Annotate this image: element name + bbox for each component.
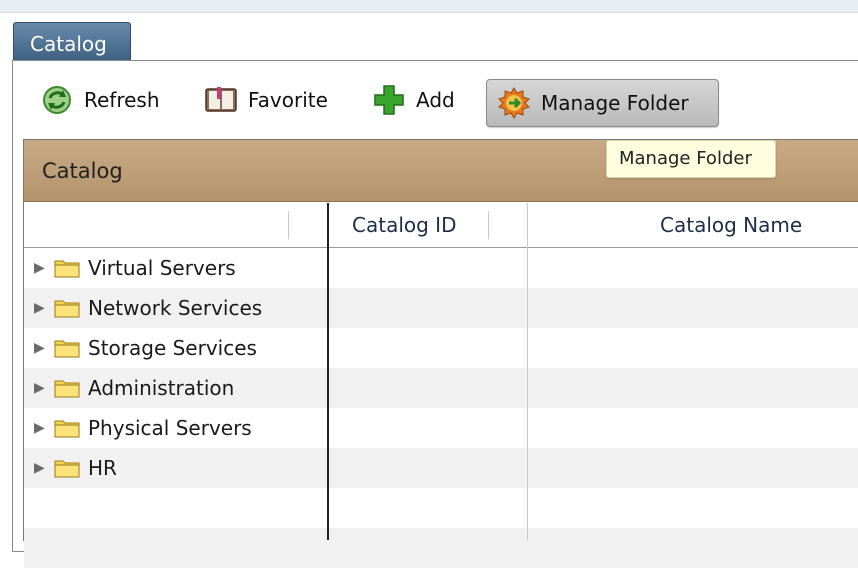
tree-item-label: Virtual Servers [88,256,236,280]
column-resize-handle[interactable] [488,211,489,239]
plus-icon [372,83,406,117]
table-row[interactable]: ▶ Virtual Servers [24,248,858,288]
tree-item-hr[interactable]: ▶ HR [34,448,117,488]
expand-arrow-icon[interactable]: ▶ [34,420,50,436]
expand-arrow-icon[interactable]: ▶ [34,340,50,356]
table-row[interactable]: ▶ HR [24,448,858,488]
favorite-label: Favorite [248,88,328,112]
folder-icon [54,458,80,478]
refresh-label: Refresh [84,88,160,112]
column-divider [527,203,528,540]
tree-item-label: Physical Servers [88,416,252,440]
folder-icon [54,298,80,318]
favorite-button[interactable]: Favorite [204,80,328,120]
tab-catalog[interactable]: Catalog [13,22,131,60]
column-header-row: Catalog ID Catalog Name [24,203,858,248]
column-header-catalog-name[interactable]: Catalog Name [660,203,858,247]
expand-arrow-icon[interactable]: ▶ [34,460,50,476]
top-strip [0,0,858,13]
table-row [24,488,858,528]
tree-item-label: Network Services [88,296,263,320]
folder-icon [54,258,80,278]
tree-rows: ▶ Virtual Servers ▶ Network Services ▶ S… [24,248,858,568]
add-button[interactable]: Add [372,80,455,120]
column-resize-handle[interactable] [288,211,289,239]
tree-item-virtual-servers[interactable]: ▶ Virtual Servers [34,248,236,288]
tree-item-label: HR [88,456,117,480]
tree-item-physical-servers[interactable]: ▶ Physical Servers [34,408,252,448]
expand-arrow-icon[interactable]: ▶ [34,380,50,396]
tree-item-administration[interactable]: ▶ Administration [34,368,234,408]
refresh-button[interactable]: Refresh [40,80,160,120]
expand-arrow-icon[interactable]: ▶ [34,260,50,276]
table-row[interactable]: ▶ Administration [24,368,858,408]
table-row[interactable]: ▶ Storage Services [24,328,858,368]
tooltip: Manage Folder [606,140,776,178]
column-divider [327,203,329,540]
add-label: Add [416,88,455,112]
tree-item-network-services[interactable]: ▶ Network Services [34,288,262,328]
tree-item-label: Administration [88,376,235,400]
tree-item-storage-services[interactable]: ▶ Storage Services [34,328,257,368]
tree-item-label: Storage Services [88,336,257,360]
catalog-grid: Catalog Catalog ID Catalog Name ▶ Virtua… [23,139,858,568]
folder-icon [54,378,80,398]
folder-icon [54,338,80,358]
table-row [24,528,858,568]
table-row[interactable]: ▶ Physical Servers [24,408,858,448]
book-icon [204,83,238,117]
folder-icon [54,418,80,438]
column-header-tree[interactable] [24,203,328,247]
expand-arrow-icon[interactable]: ▶ [34,300,50,316]
gear-arrow-icon [497,86,531,120]
manage-folder-label: Manage Folder [541,91,689,115]
manage-folder-button[interactable]: Manage Folder [486,79,719,127]
refresh-icon [40,83,74,117]
table-row[interactable]: ▶ Network Services [24,288,858,328]
